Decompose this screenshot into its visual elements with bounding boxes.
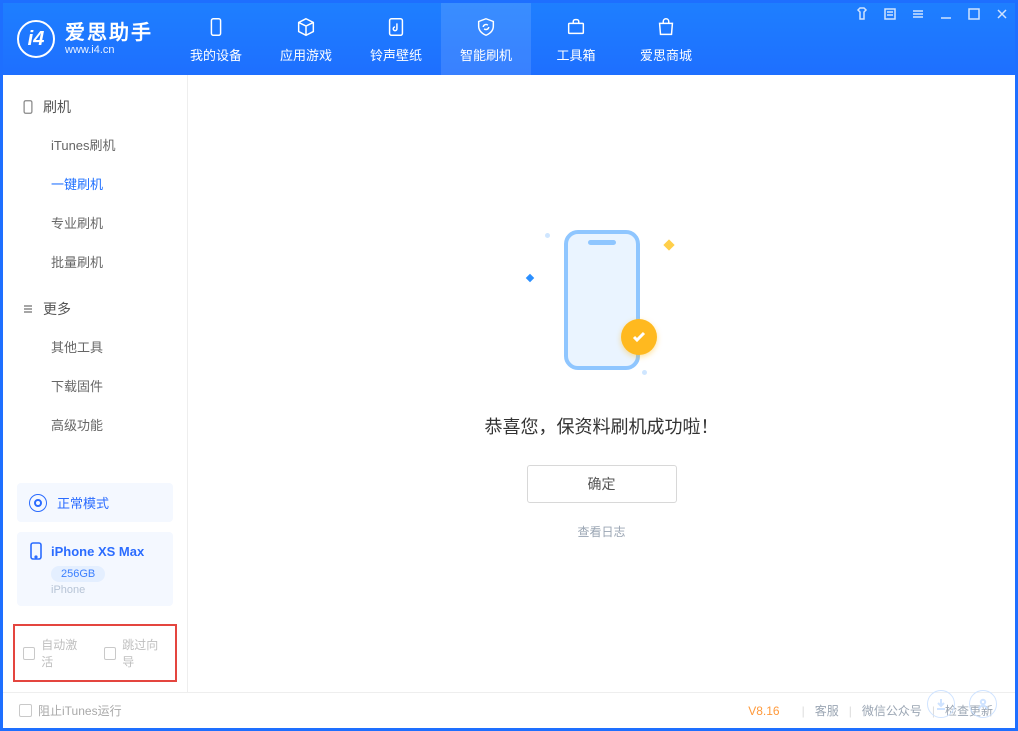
minimize-icon[interactable] <box>939 7 953 21</box>
nav-store[interactable]: 爱思商城 <box>621 3 711 75</box>
device-type: iPhone <box>51 584 161 596</box>
checkbox-icon <box>19 704 32 717</box>
sidebar-item-itunes-flash[interactable]: iTunes刷机 <box>3 125 187 164</box>
logo: i4 爱思助手 www.i4.cn <box>3 3 171 75</box>
sidebar-item-download-firmware[interactable]: 下载固件 <box>3 366 187 405</box>
mode-label: 正常模式 <box>57 493 109 512</box>
ok-button[interactable]: 确定 <box>527 465 677 503</box>
app-window: i4 爱思助手 www.i4.cn 我的设备 应用游戏 铃声壁纸 智能刷机 <box>0 0 1018 731</box>
nav-label: 爱思商城 <box>640 45 692 64</box>
version-label: V8.16 <box>748 704 779 718</box>
section-flash: 刷机 <box>3 89 187 125</box>
section-title: 更多 <box>43 299 71 319</box>
footer-link-wechat[interactable]: 微信公众号 <box>856 702 928 719</box>
sidebar-item-batch-flash[interactable]: 批量刷机 <box>3 242 187 281</box>
app-name: 爱思助手 <box>65 22 153 44</box>
check-badge-icon <box>621 319 657 355</box>
device-name: iPhone XS Max <box>51 544 144 559</box>
download-button[interactable] <box>927 690 955 718</box>
logo-icon: i4 <box>17 20 55 58</box>
device-card[interactable]: iPhone XS Max 256GB iPhone <box>17 532 173 606</box>
checkbox-icon <box>23 647 35 660</box>
section-title: 刷机 <box>43 97 71 117</box>
maximize-icon[interactable] <box>967 7 981 21</box>
sidebar-item-pro-flash[interactable]: 专业刷机 <box>3 203 187 242</box>
menu-icon[interactable] <box>911 7 925 21</box>
bag-icon <box>654 15 678 39</box>
main-content: 恭喜您，保资料刷机成功啦！ 确定 查看日志 <box>188 75 1015 692</box>
nav-toolbox[interactable]: 工具箱 <box>531 3 621 75</box>
nav-label: 智能刷机 <box>460 45 512 64</box>
block-itunes-checkbox[interactable]: 阻止iTunes运行 <box>19 702 122 719</box>
sidebar-item-advanced[interactable]: 高级功能 <box>3 405 187 444</box>
briefcase-icon <box>564 15 588 39</box>
sidebar-item-one-click-flash[interactable]: 一键刷机 <box>3 164 187 203</box>
note-icon[interactable] <box>883 7 897 21</box>
nav-label: 工具箱 <box>556 45 595 64</box>
auto-activate-label: 自动激活 <box>41 636 86 670</box>
block-itunes-label: 阻止iTunes运行 <box>38 702 122 719</box>
window-controls <box>855 7 1009 21</box>
skip-guide-label: 跳过向导 <box>122 636 167 670</box>
nav-ringtone-wallpaper[interactable]: 铃声壁纸 <box>351 3 441 75</box>
device-icon <box>29 542 43 560</box>
body: 刷机 iTunes刷机 一键刷机 专业刷机 批量刷机 更多 其他工具 下载固件 … <box>3 75 1015 692</box>
device-capacity: 256GB <box>51 566 105 582</box>
sidebar-item-other-tools[interactable]: 其他工具 <box>3 327 187 366</box>
cube-icon <box>294 15 318 39</box>
shield-refresh-icon <box>474 15 498 39</box>
header: i4 爱思助手 www.i4.cn 我的设备 应用游戏 铃声壁纸 智能刷机 <box>3 3 1015 75</box>
auto-activate-checkbox[interactable]: 自动激活 <box>23 636 86 670</box>
footer: 阻止iTunes运行 V8.16 | 客服 | 微信公众号 | 检查更新 <box>3 692 1015 728</box>
nav-apps-games[interactable]: 应用游戏 <box>261 3 351 75</box>
highlighted-options: 自动激活 跳过向导 <box>13 624 177 682</box>
mode-status[interactable]: 正常模式 <box>17 483 173 522</box>
nav-label: 铃声壁纸 <box>370 45 422 64</box>
footer-link-support[interactable]: 客服 <box>809 702 845 719</box>
view-log-link[interactable]: 查看日志 <box>577 523 625 540</box>
music-file-icon <box>384 15 408 39</box>
checkbox-icon <box>104 647 116 660</box>
nav-smart-flash[interactable]: 智能刷机 <box>441 3 531 75</box>
sidebar: 刷机 iTunes刷机 一键刷机 专业刷机 批量刷机 更多 其他工具 下载固件 … <box>3 75 188 692</box>
success-illustration <box>517 215 687 385</box>
section-more: 更多 <box>3 291 187 327</box>
header-actions <box>927 690 997 718</box>
user-button[interactable] <box>969 690 997 718</box>
top-nav: 我的设备 应用游戏 铃声壁纸 智能刷机 工具箱 爱思商城 <box>171 3 711 75</box>
nav-label: 应用游戏 <box>280 45 332 64</box>
shirt-icon[interactable] <box>855 7 869 21</box>
nav-label: 我的设备 <box>190 45 242 64</box>
phone-icon <box>204 15 228 39</box>
mode-icon <box>29 494 47 512</box>
close-icon[interactable] <box>995 7 1009 21</box>
app-url: www.i4.cn <box>65 44 153 56</box>
nav-my-device[interactable]: 我的设备 <box>171 3 261 75</box>
success-message: 恭喜您，保资料刷机成功啦！ <box>485 413 719 439</box>
phone-outline-icon <box>21 100 35 114</box>
list-icon <box>21 302 35 316</box>
skip-guide-checkbox[interactable]: 跳过向导 <box>104 636 167 670</box>
